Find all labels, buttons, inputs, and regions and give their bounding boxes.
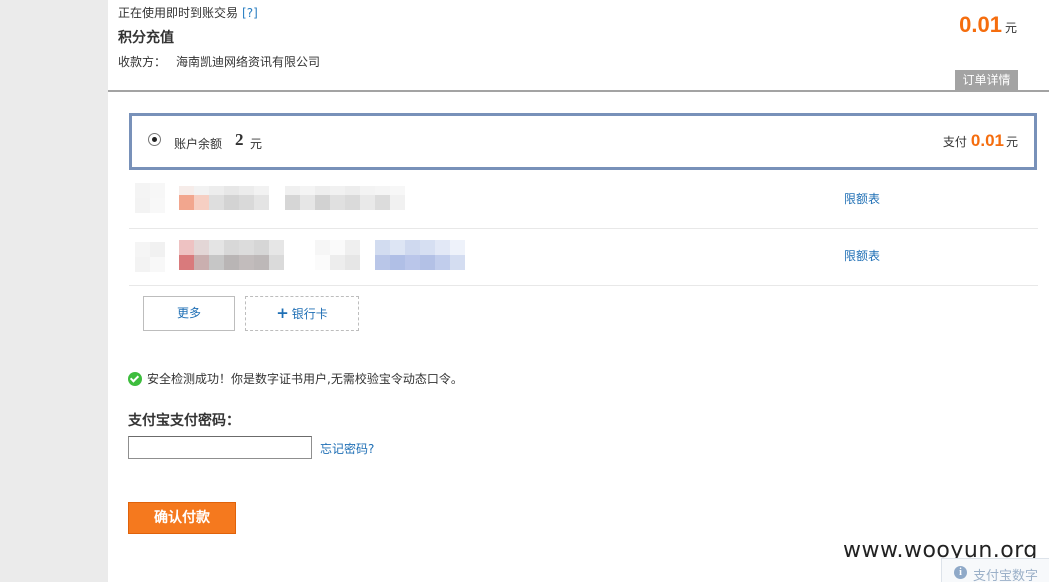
payment-password-input[interactable] [128,436,312,459]
radio-selected-icon[interactable] [148,133,161,146]
balance-value: 2 [235,130,244,149]
bank-option-row[interactable]: 限额表 [129,171,1038,229]
order-info: 正在使用即时到账交易 [?] 积分充值 收款方： 海南凯迪网络资讯有限公司 [118,4,320,71]
order-detail-tab[interactable]: 订单详情 [955,70,1018,90]
redacted-card-number [315,255,360,270]
more-payment-options-button[interactable]: 更多 [143,296,235,331]
order-title: 积分充值 [118,30,174,46]
redacted-bank-logo [135,257,165,272]
redacted-bank-name [179,195,269,210]
bank-option-row[interactable]: 限额表 [129,228,1038,286]
redacted-card-number [285,195,405,210]
balance-label: 账户余额 [174,137,223,151]
balance-payment-option[interactable]: 账户余额 2 元 支付 0.01 元 [129,113,1037,170]
pay-label: 支付 [942,135,967,149]
add-bank-card-label: 银行卡 [291,307,328,321]
redacted-bank-logo [135,242,165,257]
payee-label: 收款方： [118,55,167,69]
balance-pay-amount: 支付 0.01 元 [943,130,1018,153]
payee-name: 海南凯迪网络资讯有限公司 [176,55,321,69]
security-check-message: 安全检测成功！你是数字证书用户,无需校验宝令动态口令。 [128,371,463,387]
redacted-bank-logo [135,183,165,198]
confirm-payment-button[interactable]: 确认付款 [128,502,236,534]
redacted-bank-logo [135,198,165,213]
info-icon: i [954,566,967,579]
trade-type-text: 正在使用即时到账交易 [118,6,239,20]
order-amount-value: 0.01 [959,12,1002,37]
limit-table-link[interactable]: 限额表 [844,190,880,207]
pay-amount-unit: 元 [1005,135,1018,149]
digital-certificate-panel[interactable]: i 支付宝数字 [941,558,1049,582]
redacted-bank-name [179,240,284,255]
balance-unit: 元 [250,137,263,151]
header-divider [108,90,1049,92]
limit-table-link[interactable]: 限额表 [844,247,880,264]
forgot-password-link[interactable]: 忘记密码? [320,440,374,457]
trade-type-line: 正在使用即时到账交易 [?] [118,4,320,22]
security-check-text: 安全检测成功！你是数字证书用户,无需校验宝令动态口令。 [147,372,463,386]
redacted-card-number [315,240,360,255]
redacted-bank-name [179,255,284,270]
redacted-card-number [375,255,465,270]
pay-amount-value: 0.01 [970,131,1004,150]
plus-icon: + [276,304,289,322]
order-amount-unit: 元 [1004,21,1017,35]
payee-line: 收款方： 海南凯迪网络资讯有限公司 [118,53,320,71]
left-gutter [0,0,108,582]
digital-certificate-text: 支付宝数字 [973,569,1039,582]
redacted-card-number [375,240,465,255]
help-link[interactable]: [?] [242,6,258,20]
check-circle-icon [128,372,142,386]
payment-password-label: 支付宝支付密码： [128,413,240,429]
order-amount: 0.01 元 [959,10,1017,40]
add-bank-card-button[interactable]: + 银行卡 [245,296,359,331]
